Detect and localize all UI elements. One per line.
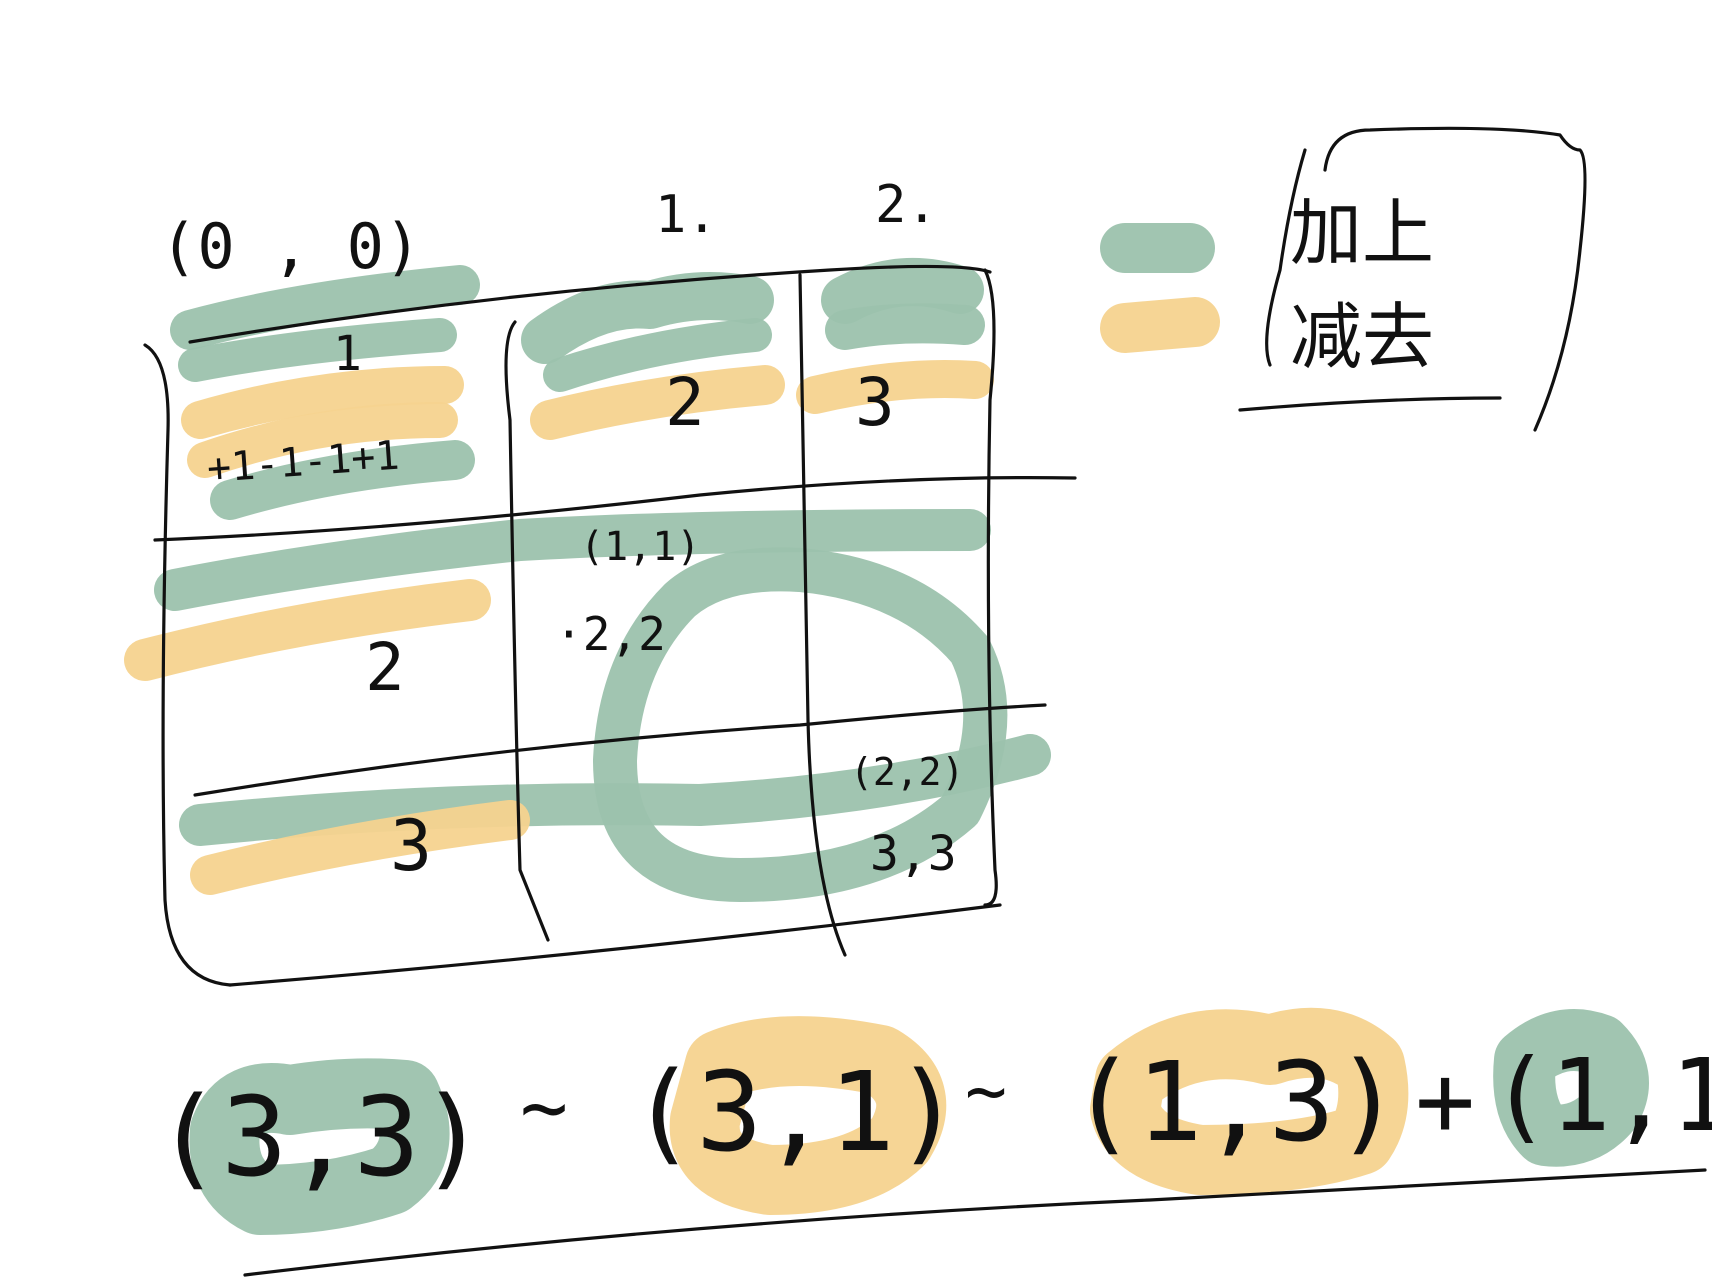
cell-r2c2-bottom: 3,3: [870, 826, 957, 882]
corner-label: (0 , 0): [160, 210, 421, 283]
cell-r0c2-value: 3: [855, 364, 895, 441]
green-highlight-r0c2b: [825, 303, 985, 350]
formula: (3,3) ~ (3,1) ~ (1,3) + (1,1): [155, 1037, 1712, 1277]
orange-highlight-row1: [124, 579, 491, 681]
legend-underline: [1238, 396, 1502, 412]
legend: 加上 减去: [1238, 126, 1587, 432]
legend-top-bracket: [1323, 126, 1587, 432]
formula-op1: ~: [520, 1061, 568, 1154]
cell-r2c2-top: (2,2): [850, 750, 964, 794]
legend-orange-swatch: [1100, 297, 1220, 353]
formula-term4: (1,1): [1490, 1037, 1712, 1154]
green-highlight-r0c2: [821, 258, 984, 324]
col-label-2: 2.: [875, 175, 938, 235]
cell-r0c0-value: 1: [333, 326, 362, 382]
col-label-1: 1.: [655, 185, 718, 245]
cell-r2c0-value: 3: [390, 805, 432, 887]
cell-r0c1-value: 2: [665, 364, 705, 441]
formula-term3: (1,3): [1070, 1038, 1401, 1166]
cell-r1c0-value: 2: [365, 629, 405, 706]
grid-bottom-edge: [228, 903, 1002, 987]
legend-subtract-label: 减去: [1290, 295, 1434, 379]
orange-highlight-r0c2: [796, 360, 994, 414]
formula-op2: ~: [965, 1050, 1007, 1132]
legend-add-label: 加上: [1290, 191, 1434, 275]
formula-term2: (3,1): [630, 1048, 961, 1176]
orange-highlight-r0c1: [530, 365, 785, 440]
cell-r1c1-top: (1,1): [580, 524, 700, 570]
cell-r1c1-bottom: ·2,2: [555, 607, 666, 661]
formula-op3: +: [1415, 1042, 1475, 1159]
whiteboard-canvas: (0 , 0) 1. 2. 1 +1-1-1+1 2 3 2 (1,1) ·2,…: [124, 126, 1712, 1277]
formula-term1: (3,3): [155, 1073, 486, 1201]
